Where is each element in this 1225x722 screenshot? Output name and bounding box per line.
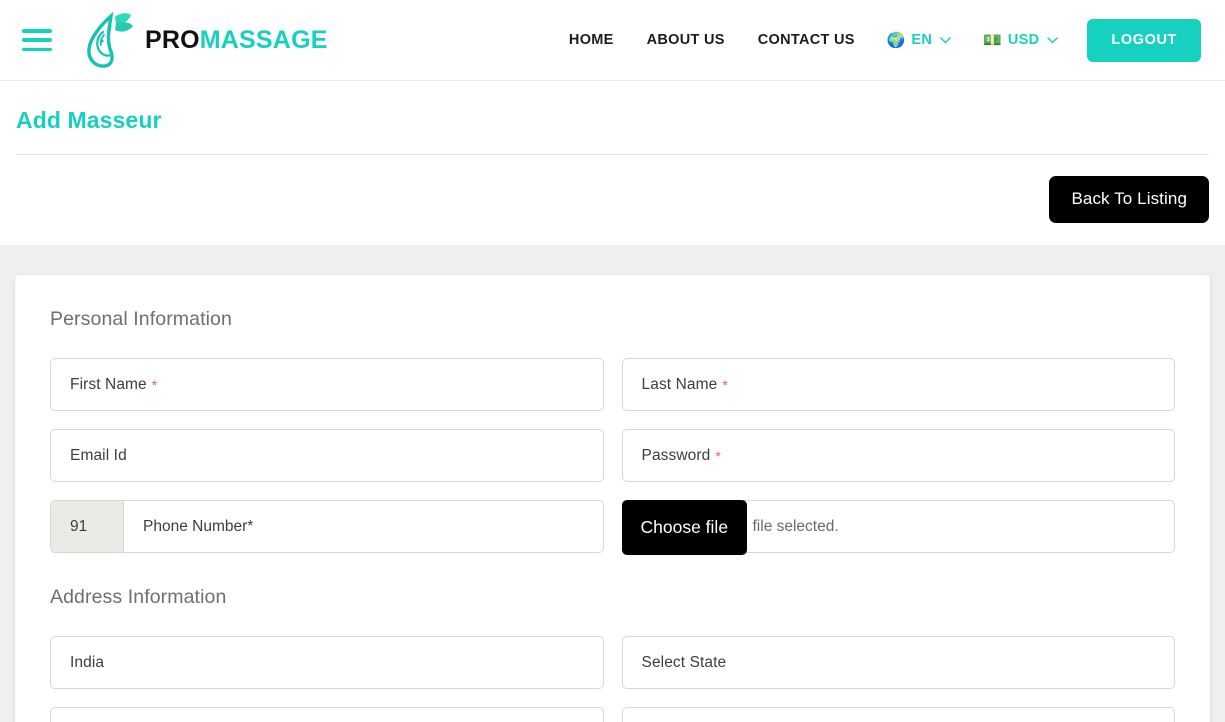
state-value: Select State bbox=[641, 653, 727, 671]
country-code-select[interactable]: 91 bbox=[51, 501, 124, 552]
chevron-down-icon bbox=[940, 36, 951, 44]
profile-image-file-group: Choose file file selected. bbox=[621, 500, 1175, 555]
hamburger-bar bbox=[22, 47, 52, 51]
nav-item-about-us[interactable]: ABOUT US bbox=[647, 32, 725, 48]
leaf-droplet-face-logo-icon bbox=[87, 11, 133, 68]
first-name-placeholder: First Name bbox=[70, 375, 147, 393]
phone-number-placeholder: Phone Number bbox=[143, 517, 248, 535]
password-placeholder: Password bbox=[641, 446, 711, 464]
site-header: PROMASSAGE HOME ABOUT US CONTACT US 🌍 EN… bbox=[0, 0, 1225, 81]
password-required-asterisk: * bbox=[715, 447, 721, 464]
last-name-placeholder: Last Name bbox=[641, 375, 718, 393]
masseur-form-card: Personal Information First Name * Last N… bbox=[15, 275, 1210, 722]
hamburger-bar bbox=[22, 38, 52, 42]
personal-information-heading: Personal Information bbox=[50, 308, 232, 330]
hamburger-menu-icon[interactable] bbox=[22, 29, 52, 51]
globe-icon: 🌍 bbox=[886, 31, 906, 49]
country-value: India bbox=[70, 653, 105, 671]
nav-item-contact-us[interactable]: CONTACT US bbox=[758, 32, 855, 48]
page-title: Add Masseur bbox=[16, 107, 162, 133]
address-extra-input-left[interactable] bbox=[50, 707, 604, 722]
phone-col: 91 Phone Number * bbox=[50, 500, 604, 553]
currency-selector[interactable]: 💵 USD bbox=[983, 31, 1059, 49]
form-row-name: First Name * Last Name * bbox=[50, 358, 1175, 411]
currency-code-label: USD bbox=[1007, 32, 1040, 48]
phone-required-asterisk: * bbox=[247, 517, 254, 535]
email-col: Email Id bbox=[50, 429, 604, 482]
file-selected-status: file selected. bbox=[752, 517, 839, 535]
state-select[interactable]: Select State bbox=[621, 636, 1175, 689]
email-placeholder: Email Id bbox=[70, 446, 127, 464]
content-band: Personal Information First Name * Last N… bbox=[0, 245, 1225, 722]
password-col: Password * bbox=[621, 429, 1175, 482]
last-name-input[interactable]: Last Name * bbox=[621, 358, 1175, 411]
back-to-listing-button[interactable]: Back To Listing bbox=[1049, 176, 1209, 223]
main-navigation: HOME ABOUT US CONTACT US 🌍 EN 💵 USD LOGO… bbox=[569, 18, 1201, 62]
hamburger-bar bbox=[22, 29, 52, 33]
state-col: Select State bbox=[621, 636, 1175, 689]
action-bar: Back To Listing bbox=[0, 155, 1225, 245]
choose-file-button[interactable]: Choose file bbox=[621, 500, 748, 555]
country-select[interactable]: India bbox=[50, 636, 604, 689]
country-col: India bbox=[50, 636, 604, 689]
page-title-bar: Add Masseur bbox=[0, 81, 1225, 155]
brand-wordmark: PROMASSAGE bbox=[145, 26, 328, 55]
first-name-required-asterisk: * bbox=[151, 376, 158, 393]
password-input[interactable]: Password * bbox=[621, 429, 1175, 482]
address-extra-col-left bbox=[50, 707, 604, 722]
nav-item-home[interactable]: HOME bbox=[569, 32, 614, 48]
form-row-credentials: Email Id Password * bbox=[50, 429, 1175, 482]
form-row-address-extra bbox=[50, 707, 1175, 722]
brand-word-massage: MASSAGE bbox=[199, 25, 328, 54]
form-row-phone-file: 91 Phone Number * Choose file file selec… bbox=[50, 500, 1175, 555]
address-extra-col-right bbox=[621, 707, 1175, 722]
last-name-col: Last Name * bbox=[621, 358, 1175, 411]
first-name-col: First Name * bbox=[50, 358, 604, 411]
language-code-label: EN bbox=[911, 32, 933, 48]
address-extra-input-right[interactable] bbox=[621, 707, 1175, 722]
email-input[interactable]: Email Id bbox=[50, 429, 604, 482]
file-col: Choose file file selected. bbox=[621, 500, 1175, 555]
brand-word-pro: PRO bbox=[145, 25, 200, 54]
chevron-down-icon bbox=[1047, 36, 1059, 44]
form-row-location: India Select State bbox=[50, 636, 1175, 689]
language-selector[interactable]: 🌍 EN bbox=[887, 32, 951, 48]
address-information-heading: Address Information bbox=[50, 586, 227, 608]
phone-number-group: 91 Phone Number * bbox=[50, 500, 604, 553]
logout-button[interactable]: LOGOUT bbox=[1087, 18, 1201, 62]
brand-logo[interactable]: PROMASSAGE bbox=[85, 11, 328, 69]
phone-number-input[interactable]: Phone Number * bbox=[124, 501, 603, 552]
money-icon: 💵 bbox=[983, 31, 1002, 49]
first-name-input[interactable]: First Name * bbox=[50, 358, 604, 411]
last-name-required-asterisk: * bbox=[722, 376, 728, 393]
